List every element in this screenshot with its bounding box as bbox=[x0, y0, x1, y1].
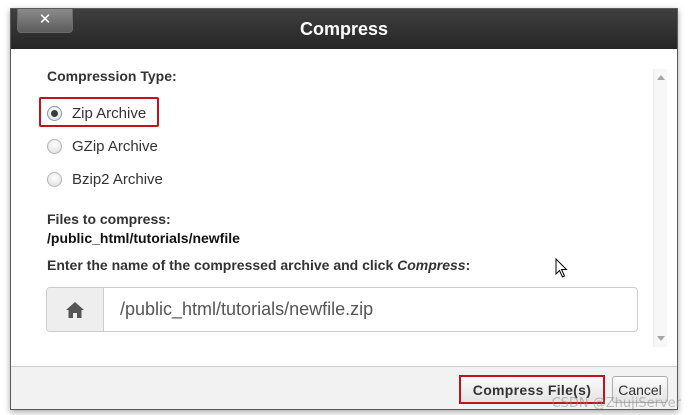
watermark-text: CSDN @ZhujiServer bbox=[551, 396, 681, 411]
files-to-compress-label: Files to compress: bbox=[47, 211, 171, 227]
dialog-scrollbar[interactable] bbox=[653, 69, 667, 347]
archive-name-input[interactable] bbox=[104, 288, 637, 331]
archive-name-instruction: Enter the name of the compressed archive… bbox=[47, 257, 470, 273]
radio-bzip2-archive[interactable]: Bzip2 Archive bbox=[47, 168, 163, 190]
archive-name-group bbox=[46, 287, 638, 332]
files-to-compress-path: /public_html/tutorials/newfile bbox=[47, 230, 240, 246]
radio-zip-archive[interactable]: Zip Archive bbox=[47, 102, 146, 124]
scroll-up-arrow-icon[interactable] bbox=[657, 75, 665, 80]
mouse-pointer-icon bbox=[555, 258, 568, 278]
dialog-body: Compression Type: Zip Archive GZip Archi… bbox=[11, 49, 677, 367]
radio-button-checked[interactable] bbox=[47, 105, 62, 121]
radio-label-gzip: GZip Archive bbox=[72, 137, 158, 155]
instruction-emphasis: Compress bbox=[397, 257, 466, 273]
home-icon bbox=[47, 288, 104, 331]
radio-button[interactable] bbox=[47, 171, 62, 187]
compress-dialog: ✕ Compress Compression Type: Zip Archive… bbox=[10, 8, 678, 410]
dialog-titlebar: ✕ Compress bbox=[11, 9, 677, 49]
compression-type-label: Compression Type: bbox=[47, 68, 177, 84]
radio-button[interactable] bbox=[47, 138, 62, 154]
radio-label-bzip2: Bzip2 Archive bbox=[72, 170, 163, 188]
instruction-colon: : bbox=[465, 257, 471, 273]
instruction-text: Enter the name of the compressed archive… bbox=[47, 257, 398, 273]
radio-label-zip: Zip Archive bbox=[72, 104, 147, 122]
radio-gzip-archive[interactable]: GZip Archive bbox=[47, 135, 158, 157]
scroll-down-arrow-icon[interactable] bbox=[657, 336, 665, 341]
dialog-title: Compress bbox=[299, 19, 389, 39]
